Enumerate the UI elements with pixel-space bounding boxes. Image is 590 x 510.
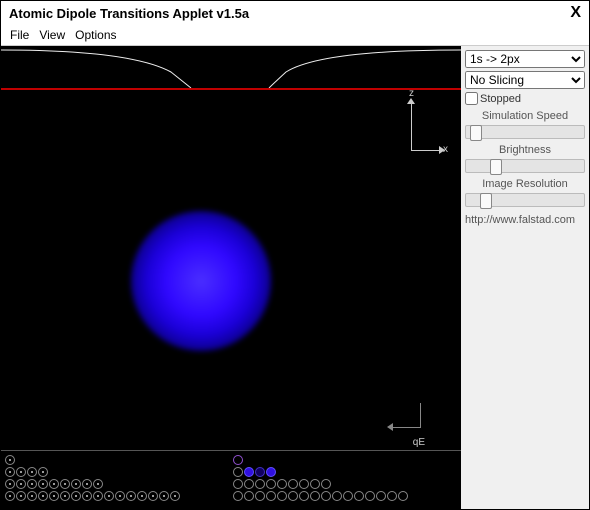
axis-z-label: z [409, 88, 414, 99]
qe-label: qE [413, 437, 425, 448]
baseline [1, 450, 461, 451]
resolution-slider[interactable] [465, 193, 585, 207]
transition-select[interactable]: 1s -> 2px [465, 50, 585, 68]
potential-curve [1, 46, 461, 88]
brightness-label: Brightness [465, 144, 585, 156]
speed-label: Simulation Speed [465, 110, 585, 122]
axis-indicator: z x [391, 102, 431, 162]
app-window: Atomic Dipole Transitions Applet v1.5a X… [0, 0, 590, 510]
axis-x-label: x [443, 144, 448, 155]
menubar: File View Options [1, 25, 589, 46]
menu-view[interactable]: View [36, 27, 68, 43]
content-area: z x qE 1s -> 2px [1, 46, 589, 509]
titlebar: Atomic Dipole Transitions Applet v1.5a X [1, 1, 589, 25]
stopped-checkbox[interactable] [465, 92, 478, 105]
resolution-label: Image Resolution [465, 178, 585, 190]
menu-file[interactable]: File [7, 27, 32, 43]
energy-line [1, 88, 461, 90]
orbital-cloud [131, 211, 271, 351]
control-sidebar: 1s -> 2px No Slicing Stopped Simulation … [461, 46, 589, 509]
window-title: Atomic Dipole Transitions Applet v1.5a [9, 6, 249, 21]
slicing-select[interactable]: No Slicing [465, 71, 585, 89]
credit-link[interactable]: http://www.falstad.com [465, 214, 585, 226]
stopped-label: Stopped [480, 93, 521, 105]
brightness-slider[interactable] [465, 159, 585, 173]
close-icon[interactable]: X [570, 4, 581, 22]
menu-options[interactable]: Options [72, 27, 119, 43]
simulation-canvas[interactable]: z x qE [1, 46, 461, 509]
orbital-selector-grid[interactable] [1, 453, 461, 507]
speed-slider[interactable] [465, 125, 585, 139]
